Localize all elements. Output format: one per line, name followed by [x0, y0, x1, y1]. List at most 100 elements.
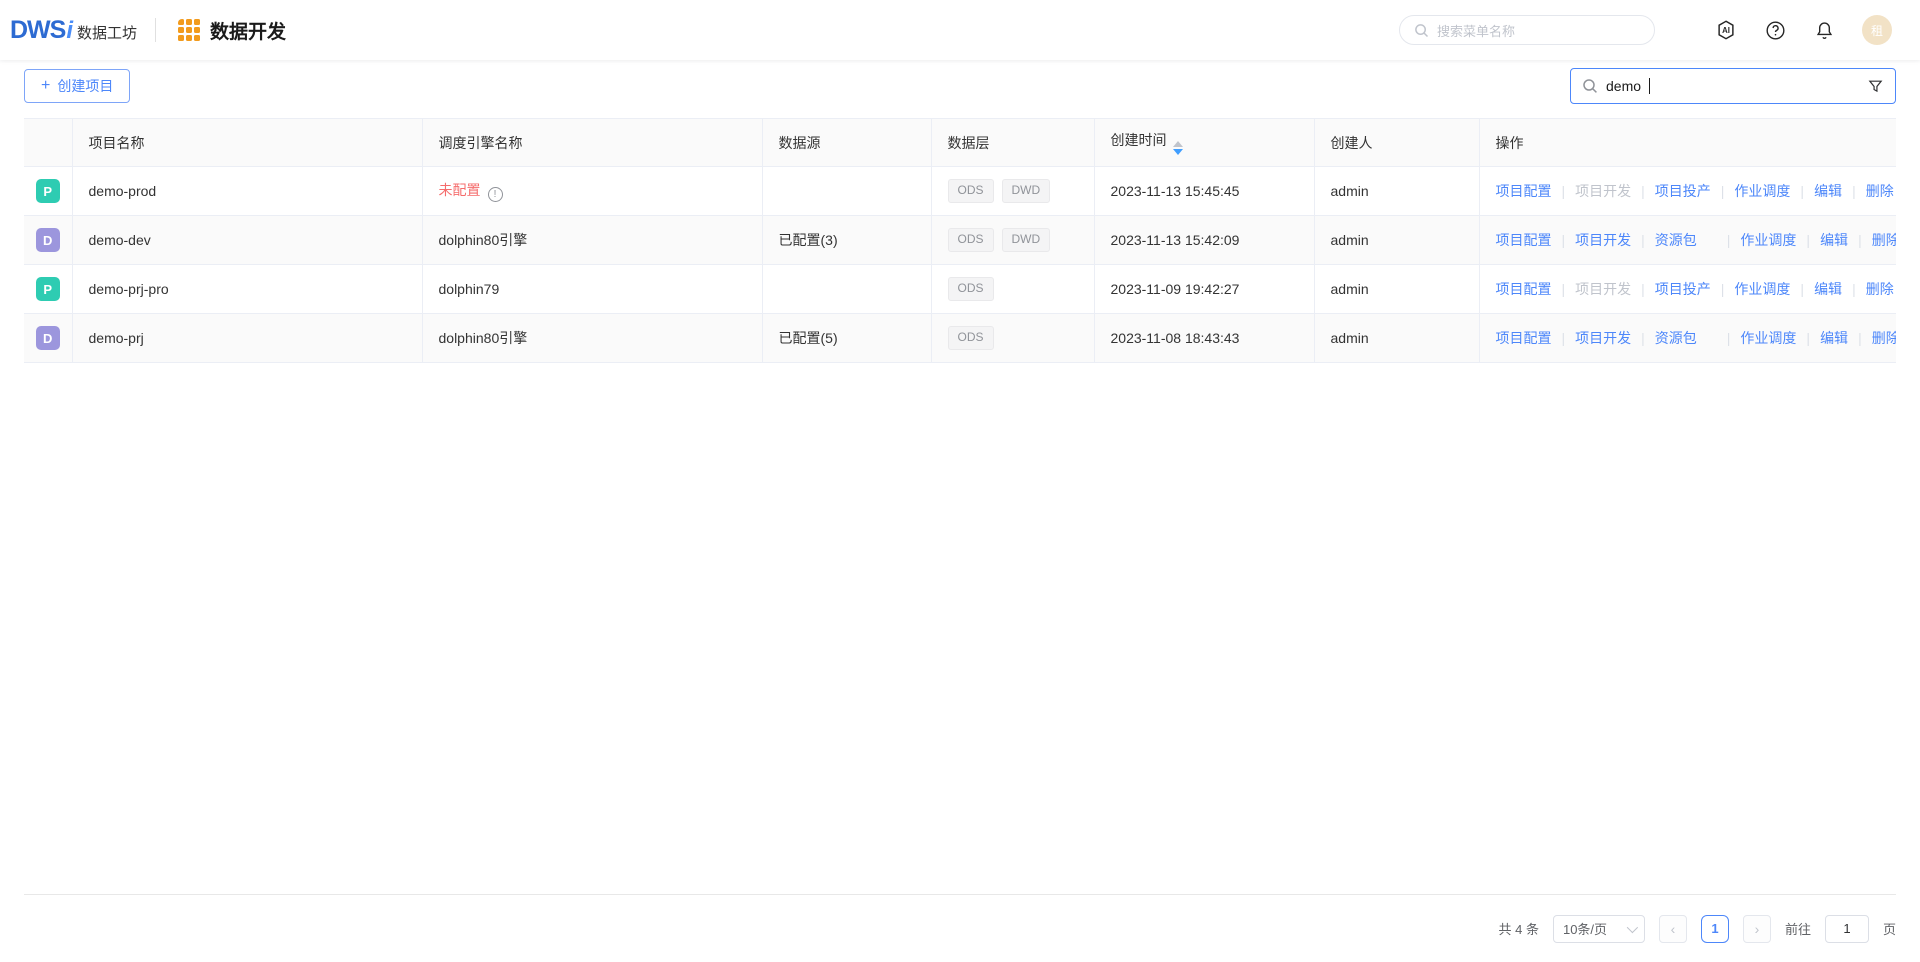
- action-link[interactable]: 项目配置: [1496, 232, 1552, 248]
- creator-cell: admin: [1314, 265, 1479, 314]
- table-row: Ddemo-prjdolphin80引擎已配置(5)ODS2023-11-08 …: [24, 314, 1896, 363]
- page-size-select[interactable]: 10条/页: [1553, 915, 1645, 943]
- action-link[interactable]: 编辑: [1814, 183, 1842, 199]
- action-link[interactable]: 资源包: [1655, 232, 1697, 248]
- action-link[interactable]: 删除: [1872, 330, 1896, 346]
- project-badge-cell: D: [24, 314, 72, 363]
- project-badge-cell: P: [24, 265, 72, 314]
- project-search-value: demo: [1606, 78, 1641, 94]
- engine-cell: dolphin79: [422, 265, 762, 314]
- current-page-button[interactable]: 1: [1701, 915, 1729, 943]
- actions-cell: 项目配置|项目开发|资源包|作业调度|编辑|删除: [1479, 314, 1896, 363]
- creator-cell: admin: [1314, 216, 1479, 265]
- brand-logo[interactable]: DWSi 数据工坊: [10, 16, 137, 45]
- app-grid-icon[interactable]: [178, 19, 200, 41]
- chevron-down-icon: [1627, 921, 1638, 932]
- warning-info-icon[interactable]: [488, 187, 503, 202]
- column-header: 数据层: [931, 119, 1094, 167]
- create-project-button[interactable]: + 创建项目: [24, 69, 130, 103]
- data-layer-cell: ODSDWD: [931, 216, 1094, 265]
- action-link[interactable]: 编辑: [1820, 330, 1848, 346]
- action-link[interactable]: 项目配置: [1496, 183, 1552, 199]
- user-avatar[interactable]: 租: [1862, 15, 1892, 45]
- action-link[interactable]: 编辑: [1820, 232, 1848, 248]
- action-separator: |: [1727, 330, 1731, 346]
- action-link[interactable]: 项目投产: [1655, 281, 1711, 297]
- goto-page-input[interactable]: [1825, 915, 1869, 943]
- brand-logo-i: i: [66, 17, 73, 45]
- plus-icon: +: [41, 78, 50, 94]
- create-project-label: 创建项目: [57, 76, 113, 96]
- project-type-badge: D: [36, 326, 60, 350]
- layer-tag: DWD: [1002, 179, 1051, 203]
- help-icon[interactable]: [1764, 19, 1786, 41]
- top-header: DWSi 数据工坊 数据开发 搜索菜单名称 AI 租: [0, 0, 1920, 60]
- notification-bell-icon[interactable]: [1813, 19, 1835, 41]
- action-separator: |: [1858, 330, 1862, 346]
- action-separator: |: [1806, 330, 1810, 346]
- column-header-badge: [24, 119, 72, 167]
- created-at-cell: 2023-11-08 18:43:43: [1094, 314, 1314, 363]
- created-at-cell: 2023-11-09 19:42:27: [1094, 265, 1314, 314]
- page-toolbar: + 创建项目 demo: [24, 68, 1896, 104]
- action-link[interactable]: 作业调度: [1734, 183, 1790, 199]
- data-layer-cell: ODS: [931, 265, 1094, 314]
- project-type-badge: P: [36, 277, 60, 301]
- action-link[interactable]: 作业调度: [1734, 281, 1790, 297]
- action-link[interactable]: 删除: [1866, 281, 1894, 297]
- project-name-cell: demo-prj-pro: [72, 265, 422, 314]
- action-link[interactable]: 编辑: [1814, 281, 1842, 297]
- engine-cell: dolphin80引擎: [422, 216, 762, 265]
- column-header: 调度引擎名称: [422, 119, 762, 167]
- created-at-cell: 2023-11-13 15:45:45: [1094, 167, 1314, 216]
- layer-tag: ODS: [948, 179, 994, 203]
- action-link[interactable]: 作业调度: [1740, 330, 1796, 346]
- project-search-input[interactable]: demo: [1570, 68, 1896, 104]
- prev-page-button[interactable]: ‹: [1659, 915, 1687, 943]
- sort-caret-icon[interactable]: [1173, 141, 1183, 155]
- next-page-button[interactable]: ›: [1743, 915, 1771, 943]
- svg-text:AI: AI: [1722, 26, 1730, 35]
- engine-cell: 未配置: [422, 167, 762, 216]
- filter-funnel-icon[interactable]: [1867, 78, 1884, 95]
- action-separator: |: [1800, 281, 1804, 297]
- action-separator: |: [1721, 183, 1725, 199]
- column-header: 创建人: [1314, 119, 1479, 167]
- main-content: + 创建项目 demo 项目名称调度引擎名称数据源数据层创建时间创建人操作 Pd…: [0, 68, 1920, 363]
- action-link[interactable]: 删除: [1872, 232, 1896, 248]
- action-link[interactable]: 项目配置: [1496, 281, 1552, 297]
- brand-logo-text: DWS: [10, 16, 65, 45]
- page-size-value: 10条/页: [1563, 919, 1607, 938]
- action-link[interactable]: 项目开发: [1575, 232, 1631, 248]
- action-link[interactable]: 项目配置: [1496, 330, 1552, 346]
- table-row: Ddemo-devdolphin80引擎已配置(3)ODSDWD2023-11-…: [24, 216, 1896, 265]
- action-link[interactable]: 作业调度: [1740, 232, 1796, 248]
- action-link: 项目开发: [1575, 183, 1631, 199]
- action-separator: |: [1727, 232, 1731, 248]
- projects-table: 项目名称调度引擎名称数据源数据层创建时间创建人操作 Pdemo-prod未配置O…: [24, 118, 1896, 363]
- project-type-badge: P: [36, 179, 60, 203]
- page: DWSi 数据工坊 数据开发 搜索菜单名称 AI 租: [0, 0, 1920, 962]
- column-header: 项目名称: [72, 119, 422, 167]
- action-link[interactable]: 项目投产: [1655, 183, 1711, 199]
- brand-logo-suffix: 数据工坊: [77, 22, 137, 43]
- menu-search-placeholder: 搜索菜单名称: [1437, 21, 1515, 40]
- table-row: Pdemo-prod未配置ODSDWD2023-11-13 15:45:45ad…: [24, 167, 1896, 216]
- action-link[interactable]: 资源包: [1655, 330, 1697, 346]
- text-cursor: [1649, 78, 1650, 94]
- engine-cell: dolphin80引擎: [422, 314, 762, 363]
- column-header[interactable]: 创建时间: [1094, 119, 1314, 167]
- datasource-cell: 已配置(3): [762, 216, 931, 265]
- action-link[interactable]: 项目开发: [1575, 330, 1631, 346]
- header-divider: [155, 18, 156, 42]
- action-separator: |: [1562, 281, 1566, 297]
- project-name-cell: demo-prod: [72, 167, 422, 216]
- action-link: 项目开发: [1575, 281, 1631, 297]
- action-separator: |: [1800, 183, 1804, 199]
- action-separator: |: [1641, 281, 1645, 297]
- action-link[interactable]: 删除: [1866, 183, 1894, 199]
- created-at-cell: 2023-11-13 15:42:09: [1094, 216, 1314, 265]
- menu-search-input[interactable]: 搜索菜单名称: [1399, 15, 1655, 45]
- ai-assistant-icon[interactable]: AI: [1715, 19, 1737, 41]
- project-badge-cell: P: [24, 167, 72, 216]
